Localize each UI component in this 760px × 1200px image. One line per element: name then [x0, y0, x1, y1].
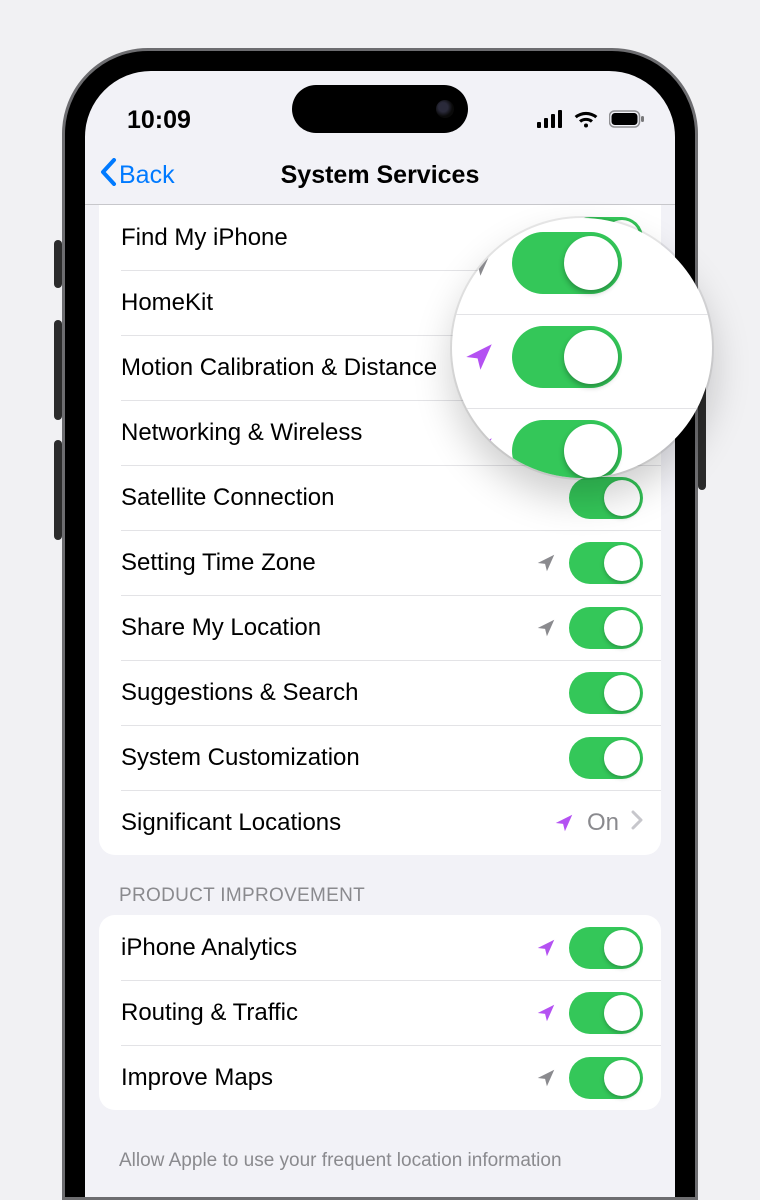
settings-group: iPhone Analytics Routing & Traffic Impro… — [99, 915, 661, 1110]
back-button[interactable]: Back — [85, 158, 175, 193]
toggle-switch[interactable] — [569, 1057, 643, 1099]
row-label: Satellite Connection — [121, 484, 569, 512]
section-header: PRODUCT IMPROVEMENT — [85, 885, 675, 915]
location-arrow-icon — [535, 552, 557, 574]
location-arrow-icon — [462, 340, 496, 374]
row-label: Suggestions & Search — [121, 679, 569, 707]
row-label: Improve Maps — [121, 1064, 535, 1092]
row-label: Setting Time Zone — [121, 549, 535, 577]
location-arrow-icon — [535, 1067, 557, 1089]
settings-row: System Customization — [99, 725, 661, 790]
row-label: iPhone Analytics — [121, 934, 535, 962]
settings-row: Suggestions & Search — [99, 660, 661, 725]
status-time: 10:09 — [127, 106, 191, 135]
row-label: Significant Locations — [121, 809, 553, 837]
dynamic-island — [292, 85, 468, 133]
back-label: Back — [119, 161, 175, 190]
toggle-switch[interactable] — [569, 672, 643, 714]
nav-bar: Back System Services — [85, 147, 675, 205]
row-label: Routing & Traffic — [121, 999, 535, 1027]
settings-row: Routing & Traffic — [99, 980, 661, 1045]
toggle-switch — [512, 420, 622, 478]
toggle-switch — [512, 232, 622, 294]
toggle-switch[interactable] — [569, 927, 643, 969]
device-volume-up — [54, 320, 62, 420]
location-arrow-icon — [462, 246, 496, 280]
location-arrow-icon — [462, 434, 496, 468]
magnifier-callout — [452, 218, 712, 478]
device-volume-down — [54, 440, 62, 540]
settings-row: iPhone Analytics — [99, 915, 661, 980]
section-footer: Allow Apple to use your frequent locatio… — [85, 1140, 675, 1174]
toggle-switch[interactable] — [569, 477, 643, 519]
row-label: System Customization — [121, 744, 569, 772]
settings-row[interactable]: Significant Locations On — [99, 790, 661, 855]
cellular-icon — [537, 106, 563, 135]
battery-icon — [609, 106, 645, 135]
location-arrow-icon — [535, 1002, 557, 1024]
settings-row: Improve Maps — [99, 1045, 661, 1110]
chevron-left-icon — [99, 158, 117, 193]
location-arrow-icon — [535, 617, 557, 639]
toggle-switch[interactable] — [569, 542, 643, 584]
settings-row: Share My Location — [99, 595, 661, 660]
location-arrow-icon — [535, 937, 557, 959]
toggle-switch[interactable] — [569, 607, 643, 649]
settings-row: Setting Time Zone — [99, 530, 661, 595]
front-camera — [436, 100, 454, 118]
row-label: Share My Location — [121, 614, 535, 642]
device-silent-switch — [54, 240, 62, 288]
toggle-switch — [512, 326, 622, 388]
toggle-switch[interactable] — [569, 992, 643, 1034]
row-value: On — [587, 809, 619, 837]
location-arrow-icon — [553, 812, 575, 834]
toggle-switch[interactable] — [569, 737, 643, 779]
chevron-right-icon — [631, 810, 643, 835]
wifi-icon — [573, 106, 599, 135]
